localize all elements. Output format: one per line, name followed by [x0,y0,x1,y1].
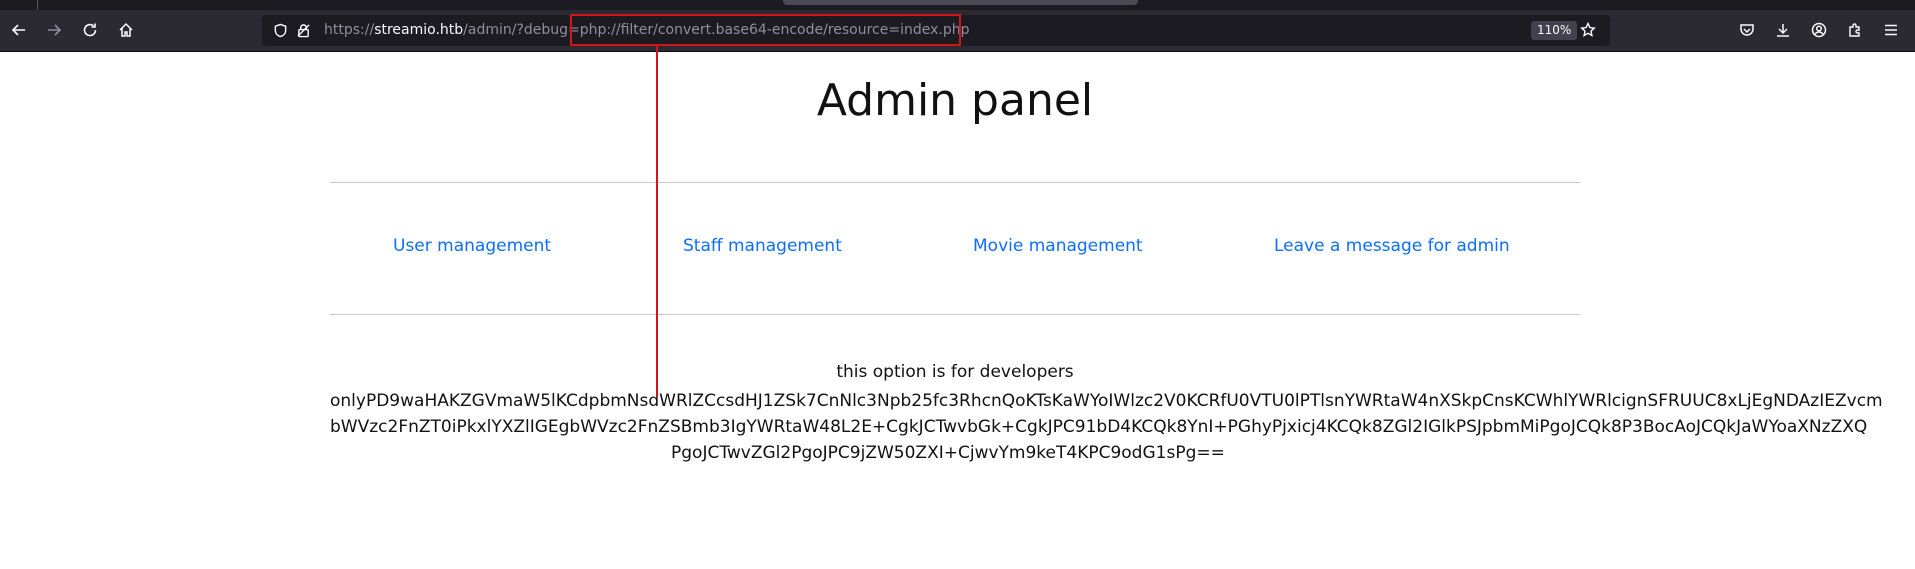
divider-bottom [330,314,1580,315]
pocket-icon[interactable] [1736,19,1758,41]
annotation-line [656,46,658,397]
output-line: PgoJCTwvZGl2PgoJPC9jZW50ZXI+CjwvYm9keT4K… [671,443,1225,463]
nav-movie-management[interactable]: Movie management [973,236,1143,256]
forward-icon[interactable] [43,19,65,41]
download-icon[interactable] [1772,19,1794,41]
base64-output: onlyPD9waHAKZGVmaW5lKCdpbmNsdWRlZCcsdHJ1… [330,388,1915,466]
tab-separator [37,0,38,10]
reload-icon[interactable] [79,19,101,41]
output-line: bWVzc2FnZT0iPkxlYXZlIGEgbWVzc2FnZSBmb3Ig… [330,417,1868,437]
back-icon[interactable] [8,19,30,41]
tab-strip [0,0,1915,10]
admin-nav: User management Staff management Movie m… [330,236,1580,266]
active-tab-indicator [783,0,1138,5]
star-icon[interactable] [1580,21,1596,38]
page-content: Admin panel User management Staff manage… [0,52,1915,569]
annotation-box [570,14,961,46]
nav-leave-message[interactable]: Leave a message for admin [1274,236,1510,256]
extensions-icon[interactable] [1844,19,1866,41]
home-icon[interactable] [115,19,137,41]
page-title: Admin panel [816,75,1094,126]
nav-staff-management[interactable]: Staff management [683,236,842,256]
zoom-indicator[interactable]: 110% [1531,21,1578,40]
menu-icon[interactable] [1880,19,1902,41]
output-line: onlyPD9waHAKZGVmaW5lKCdpbmNsdWRlZCcsdHJ1… [330,391,1883,411]
lock-icon[interactable] [295,22,311,38]
shield-icon[interactable] [272,22,288,38]
nav-user-management[interactable]: User management [393,236,551,256]
url-scheme: https:// [324,22,375,38]
divider-top [330,182,1580,183]
account-icon[interactable] [1808,19,1830,41]
developer-note: this option is for developers [836,362,1074,382]
url-host: streamio.htb [374,22,464,38]
